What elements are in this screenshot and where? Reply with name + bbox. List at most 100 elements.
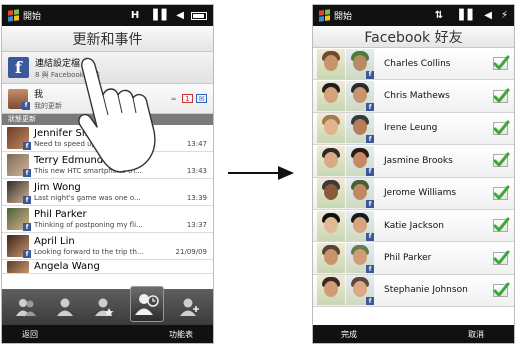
start-button[interactable]: 開始 — [8, 9, 41, 22]
status-message: Last night's game was one o... — [34, 194, 141, 202]
friend-photos: f — [317, 48, 374, 79]
facebook-photo: f — [346, 48, 374, 79]
facebook-badge-icon: f — [366, 297, 374, 306]
connection-icon: ⇅ — [434, 10, 444, 21]
tab-updates-events[interactable] — [129, 286, 164, 322]
tab-all-people[interactable] — [13, 294, 39, 320]
contact-photo — [317, 210, 345, 241]
start-label: 開始 — [334, 12, 353, 22]
facebook-badge-icon: f — [366, 70, 374, 79]
feed-item[interactable]: f Jennifer Singer Need to speed up to ca… — [2, 125, 213, 152]
checkmark-icon — [493, 88, 510, 103]
cancel-softkey[interactable]: 取消 — [468, 329, 484, 340]
status-message: This new HTC smartphone th... — [34, 167, 142, 175]
screenshot-stage: 開始 H ▕▌▋ ◀︎ 更新和事件 f 連結設定檔 8 與 Facebook 連… — [0, 0, 515, 346]
facebook-badge-icon: f — [23, 196, 31, 204]
friend-name: Jasmine Brooks — [384, 155, 453, 166]
friend-checkbox[interactable] — [493, 217, 510, 233]
friend-row[interactable]: f Phil Parker — [313, 242, 514, 275]
page-title: Facebook 好友 — [313, 26, 514, 48]
status-message: Need to speed up to catch u... — [34, 140, 141, 148]
h-network-icon: H — [130, 10, 140, 21]
friend-checkbox[interactable] — [493, 185, 510, 200]
contact-photo: f — [7, 181, 31, 204]
tab-groups[interactable] — [91, 294, 117, 320]
start-button[interactable]: 開始 — [319, 9, 352, 22]
feed-item[interactable]: f Phil Parker Thinking of postponing my … — [2, 206, 213, 233]
friend-name: Chris Mathews — [384, 91, 450, 102]
checkmark-icon — [493, 152, 510, 167]
tab-history[interactable] — [177, 294, 203, 320]
friend-row[interactable]: f Jasmine Brooks — [313, 145, 514, 178]
friend-checkbox[interactable] — [493, 55, 510, 71]
facebook-badge-icon: f — [22, 101, 30, 110]
friend-row[interactable]: f Charles Collins — [313, 48, 514, 81]
person-star-icon — [94, 298, 113, 317]
friend-checkbox[interactable] — [493, 88, 510, 103]
friend-row[interactable]: f Stephanie Johnson — [313, 274, 514, 308]
person-icon — [56, 298, 73, 316]
friend-list: f Charles Collins f Chris Mathews f Irene Leu… — [313, 48, 514, 308]
signal-icon: ▕▌▋ — [452, 10, 476, 21]
people-icon — [15, 299, 36, 316]
checkmark-icon — [493, 55, 510, 70]
windows-flag-icon — [8, 9, 19, 22]
facebook-badge-icon: f — [23, 223, 31, 231]
done-softkey[interactable]: 完成 — [341, 329, 357, 340]
transition-arrow-icon — [228, 166, 294, 180]
volume-icon: ◀︎ — [484, 10, 492, 21]
signal-icon: ▕▌▋ — [146, 10, 170, 21]
facebook-badge-icon: f — [366, 232, 374, 241]
status-feed: f Jennifer Singer Need to speed up to ca… — [2, 125, 213, 274]
status-message: Thinking of postponing my fli... — [34, 221, 143, 229]
softkey-bar: 完成 取消 — [313, 325, 514, 343]
status-message: Looking forward to the trip th... — [34, 248, 144, 256]
facebook-photo: f — [346, 113, 374, 144]
my-avatar: f — [8, 88, 30, 110]
friend-name: Stephanie Johnson — [384, 285, 468, 296]
checkmark-icon — [493, 217, 510, 232]
facebook-photo: f — [346, 210, 374, 241]
friend-checkbox[interactable] — [493, 250, 510, 265]
contact-photo — [317, 81, 345, 112]
friend-name: Jerome Williams — [384, 188, 457, 199]
friend-row[interactable]: f Katie Jackson — [313, 209, 514, 243]
my-profile-icons: ≈ 1 ✉ — [168, 94, 207, 103]
facebook-photo: f — [346, 178, 374, 209]
feed-item[interactable]: f Terry Edmund This new HTC smartphone t… — [2, 152, 213, 179]
menu-softkey[interactable]: 功能表 — [169, 329, 193, 340]
friend-row[interactable]: f Irene Leung — [313, 112, 514, 146]
contact-photo — [317, 48, 345, 79]
friend-photos: f — [317, 113, 374, 144]
friend-row[interactable]: f Jerome Williams — [313, 177, 514, 210]
friend-checkbox[interactable] — [493, 282, 510, 297]
feed-item[interactable]: f April Lin Looking forward to the trip … — [2, 233, 213, 260]
people-tab-bar — [2, 286, 213, 325]
feed-item[interactable]: Angela Wang — [2, 260, 213, 274]
my-profile-row[interactable]: f 我 我的更新 ≈ 1 ✉ — [2, 84, 213, 114]
contact-name: April Lin — [34, 236, 75, 247]
friend-name: Charles Collins — [384, 58, 451, 69]
friend-photos: f — [317, 178, 374, 209]
facebook-badge-icon: f — [23, 142, 31, 150]
contact-photo — [317, 145, 345, 176]
mail-icon: ✉ — [196, 94, 207, 103]
friend-checkbox[interactable] — [493, 120, 510, 135]
person-history-icon — [179, 298, 199, 316]
checkmark-icon — [493, 120, 510, 135]
facebook-badge-icon: f — [366, 200, 374, 209]
facebook-link-row[interactable]: f 連結設定檔 8 與 Facebook 連結 — [2, 52, 213, 84]
status-time: 13:37 — [186, 221, 207, 229]
friend-checkbox[interactable] — [493, 152, 510, 168]
tab-favorites[interactable] — [52, 294, 78, 320]
calendar-icon: 1 — [182, 94, 193, 103]
back-softkey[interactable]: 返回 — [22, 329, 38, 340]
person-clock-icon — [134, 294, 159, 315]
volume-icon: ◀︎ — [176, 10, 184, 21]
status-icons: H ▕▌▋ ◀︎ — [131, 10, 207, 21]
status-time: 13:43 — [186, 167, 207, 175]
facebook-photo: f — [346, 275, 374, 306]
feed-item[interactable]: f Jim Wong Last night's game was one o..… — [2, 179, 213, 206]
status-bar: 開始 ⇅ ▕▌▋ ◀︎ ⚡ — [313, 5, 514, 26]
friend-row[interactable]: f Chris Mathews — [313, 80, 514, 113]
